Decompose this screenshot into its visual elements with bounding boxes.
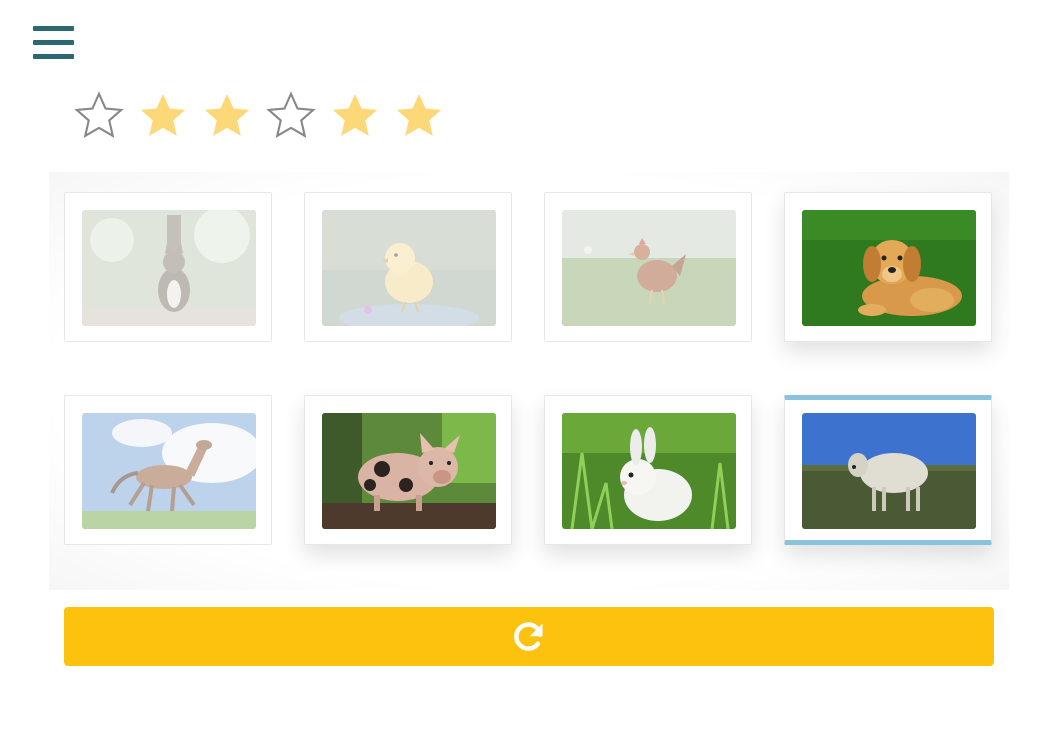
menu-button[interactable]: [33, 26, 74, 60]
chick-image: [322, 210, 496, 326]
card-sheep[interactable]: [784, 395, 992, 545]
star-filled-icon: [323, 86, 387, 146]
reload-button[interactable]: [64, 607, 994, 666]
star-filled-icon: [195, 86, 259, 146]
hamburger-menu-icon: [33, 26, 74, 31]
cat-image: [82, 210, 256, 326]
sheep-image: [802, 413, 976, 529]
card-chick[interactable]: [304, 192, 512, 342]
card-cat[interactable]: [64, 192, 272, 342]
star-rating: [67, 86, 451, 146]
rabbit-image: [562, 413, 736, 529]
card-dog[interactable]: [784, 192, 992, 342]
pig-image: [322, 413, 496, 529]
card-pig[interactable]: [304, 395, 512, 545]
dog-image: [802, 210, 976, 326]
hen-image: [562, 210, 736, 326]
star-outline-icon: [67, 86, 131, 146]
horse-image: [82, 413, 256, 529]
star-filled-icon: [131, 86, 195, 146]
card-hen[interactable]: [544, 192, 752, 342]
card-horse[interactable]: [64, 395, 272, 545]
card-rabbit[interactable]: [544, 395, 752, 545]
star-outline-icon: [259, 86, 323, 146]
reload-icon: [514, 621, 543, 651]
star-filled-icon: [387, 86, 451, 146]
